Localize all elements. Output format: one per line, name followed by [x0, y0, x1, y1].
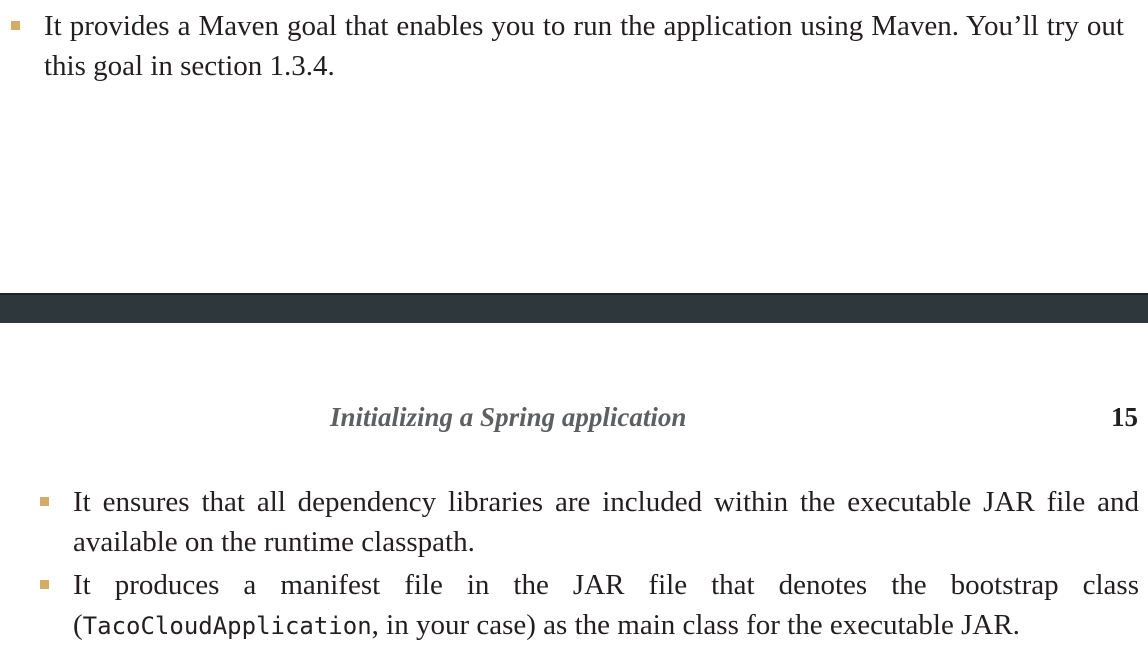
- bullet-text: It produces a manifest file in the JAR f…: [73, 565, 1139, 646]
- bullet-text: It provides a Maven goal that enables yo…: [44, 10, 1124, 82]
- bullet-text-suffix: , in your case) as the main class for th…: [371, 609, 1020, 641]
- bullet-text: It ensures that all dependency libraries…: [73, 486, 1139, 558]
- bullet-square-icon: [40, 497, 49, 506]
- previous-page: It provides a Maven goal that enables yo…: [0, 0, 1148, 293]
- bullet-square-icon: [40, 580, 49, 589]
- bullet-item-manifest: It produces a manifest file in the JAR f…: [40, 565, 1139, 646]
- bullet-square-icon: [11, 21, 20, 30]
- page-divider: [0, 293, 1148, 323]
- bullet-item-dependencies: It ensures that all dependency libraries…: [40, 482, 1139, 562]
- running-head: Initializing a Spring application: [330, 402, 687, 432]
- page-number: 15: [1111, 402, 1138, 432]
- bullet-item-maven-goal: It provides a Maven goal that enables yo…: [11, 6, 1124, 86]
- class-name-code: TacoCloudApplication: [82, 612, 372, 640]
